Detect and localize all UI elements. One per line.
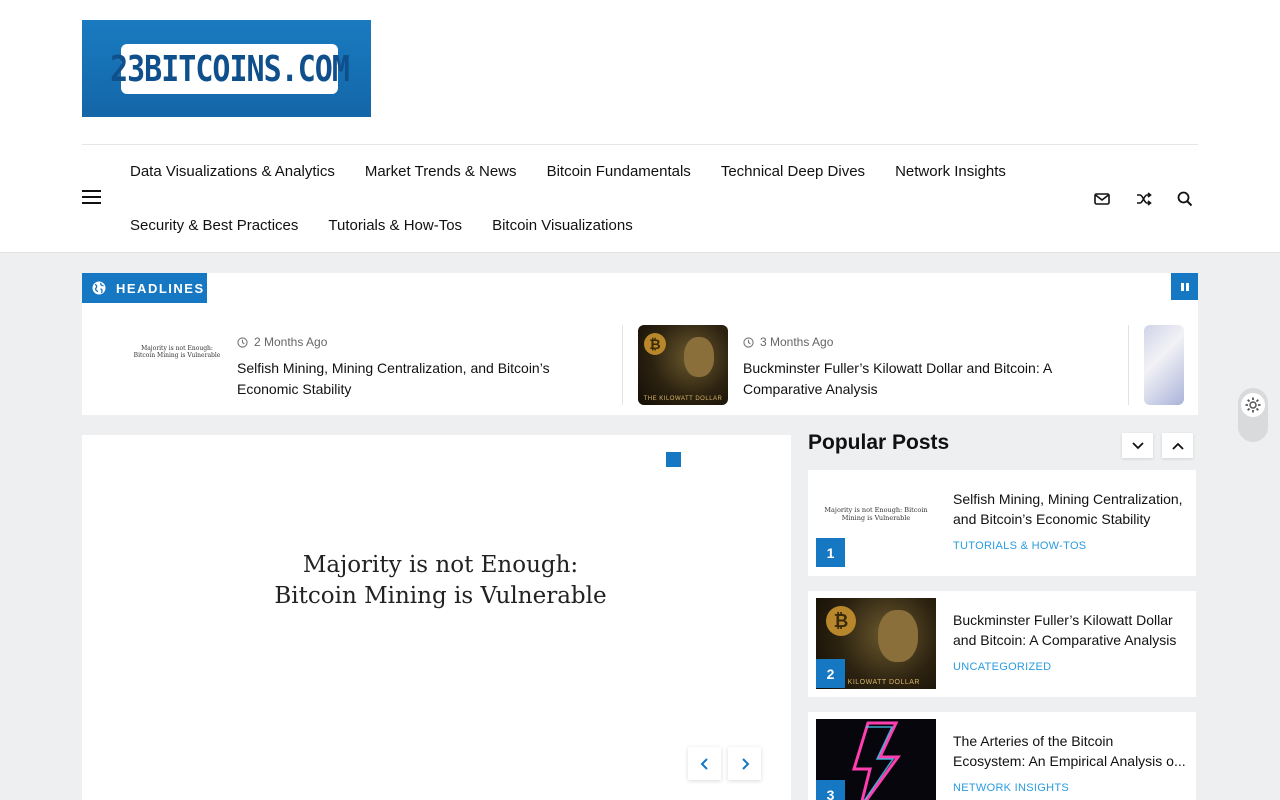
popular-up-button[interactable] — [1162, 433, 1193, 458]
logo-text: 23BITCOINS.COM — [110, 48, 350, 90]
popular-post-card[interactable]: 3 The Arteries of the Bitcoin Ecosystem:… — [808, 712, 1196, 800]
featured-line-1: Majority is not Enough: — [302, 552, 579, 578]
headlines-label: HEADLINES — [116, 280, 205, 296]
site-logo[interactable]: 23BITCOINS.COM — [82, 20, 371, 117]
ticker-time: 2 Months Ago — [254, 335, 328, 349]
nav-bitcoin-fundamentals[interactable]: Bitcoin Fundamentals — [547, 163, 691, 180]
popular-post-title[interactable]: Buckminster Fuller’s Kilowatt Dollar and… — [953, 610, 1188, 650]
search-icon[interactable] — [1176, 190, 1194, 208]
popular-rank-badge: 1 — [816, 538, 845, 567]
featured-line-2: Bitcoin Mining is Vulnerable — [274, 583, 607, 609]
ticker-pause-button[interactable] — [1171, 273, 1198, 300]
ticker-meta: 2 Months Ago — [237, 335, 327, 349]
popular-post-category[interactable]: NETWORK INSIGHTS — [953, 782, 1069, 794]
popular-post-card[interactable]: Majority is not Enough: Bitcoin Mining i… — [808, 470, 1196, 576]
popular-rank-badge: 2 — [816, 659, 845, 688]
slider-next-button[interactable] — [728, 747, 761, 780]
chevron-left-icon — [700, 757, 708, 770]
thumb-paper-text: Majority is not Enough: Bitcoin Mining i… — [133, 345, 221, 359]
ticker-thumbnail: ₿ THE KILOWATT DOLLAR — [638, 325, 728, 405]
logo-badge: 23BITCOINS.COM — [110, 44, 350, 94]
ticker-title[interactable]: Buckminster Fuller’s Kilowatt Dollar and… — [743, 358, 1103, 400]
nav-security[interactable]: Security & Best Practices — [130, 217, 298, 234]
ticker-separator — [622, 325, 623, 405]
featured-slider[interactable]: Majority is not Enough: Bitcoin Mining i… — [82, 435, 791, 800]
headlines-ticker: HEADLINES Majority is not Enough: Bitcoi… — [82, 273, 1198, 415]
ticker-thumbnail: Majority is not Enough: Bitcoin Mining i… — [132, 325, 222, 405]
popular-post-category[interactable]: TUTORIALS & HOW-TOS — [953, 540, 1086, 552]
popular-post-title[interactable]: The Arteries of the Bitcoin Ecosystem: A… — [953, 731, 1188, 771]
clock-icon — [237, 336, 248, 348]
nav-tutorials[interactable]: Tutorials & How-Tos — [328, 217, 462, 234]
popular-post-title[interactable]: Selfish Mining, Mining Centralization, a… — [953, 489, 1188, 529]
globe-icon — [92, 281, 106, 295]
chevron-right-icon — [741, 757, 749, 770]
headlines-badge: HEADLINES — [82, 273, 207, 303]
nav-technical-deep-dives[interactable]: Technical Deep Dives — [721, 163, 865, 180]
ticker-thumbnail — [1144, 325, 1184, 405]
nav-data-visualizations[interactable]: Data Visualizations & Analytics — [130, 163, 335, 180]
popular-post-category[interactable]: UNCATEGORIZED — [953, 661, 1051, 673]
ticker-item[interactable] — [1144, 325, 1184, 405]
ticker-time: 3 Months Ago — [760, 335, 834, 349]
gear-icon — [1241, 393, 1265, 417]
popular-down-button[interactable] — [1122, 433, 1153, 458]
ticker-meta: 3 Months Ago — [743, 335, 833, 349]
featured-image-text: Majority is not Enough: Bitcoin Mining i… — [82, 550, 799, 612]
popular-post-card[interactable]: ₿ KILOWATT DOLLAR 2 Buckminster Fuller’s… — [808, 591, 1196, 697]
shuffle-icon[interactable] — [1135, 190, 1153, 208]
slide-indicator — [666, 452, 681, 467]
nav-market-trends[interactable]: Market Trends & News — [365, 163, 517, 180]
popular-posts-title: Popular Posts — [808, 431, 950, 454]
settings-toggle[interactable] — [1238, 388, 1268, 442]
thumb-paper-text: Majority is not Enough: Bitcoin Mining i… — [824, 506, 928, 522]
ticker-item[interactable]: Majority is not Enough: Bitcoin Mining i… — [132, 325, 662, 405]
chevron-down-icon — [1131, 441, 1144, 449]
thumb-caption: THE KILOWATT DOLLAR — [643, 396, 723, 402]
slider-prev-button[interactable] — [688, 747, 721, 780]
ticker-separator — [1128, 325, 1129, 405]
ticker-item[interactable]: ₿ THE KILOWATT DOLLAR 3 Months Ago Buckm… — [638, 325, 1138, 405]
chevron-up-icon — [1171, 442, 1184, 450]
primary-nav-row-1: Data Visualizations & Analytics Market T… — [130, 163, 1006, 180]
clock-icon — [743, 336, 754, 348]
nav-bitcoin-visualizations[interactable]: Bitcoin Visualizations — [492, 217, 633, 234]
ticker-title[interactable]: Selfish Mining, Mining Centralization, a… — [237, 358, 597, 400]
primary-nav-row-2: Security & Best Practices Tutorials & Ho… — [130, 217, 633, 234]
hamburger-menu-icon[interactable] — [82, 190, 101, 206]
mail-icon[interactable] — [1093, 190, 1111, 208]
site-header: 23BITCOINS.COM Data Visualizations & Ana… — [0, 0, 1280, 253]
nav-network-insights[interactable]: Network Insights — [895, 163, 1006, 180]
popular-rank-badge: 3 — [816, 780, 845, 800]
nav-divider — [82, 144, 1198, 145]
